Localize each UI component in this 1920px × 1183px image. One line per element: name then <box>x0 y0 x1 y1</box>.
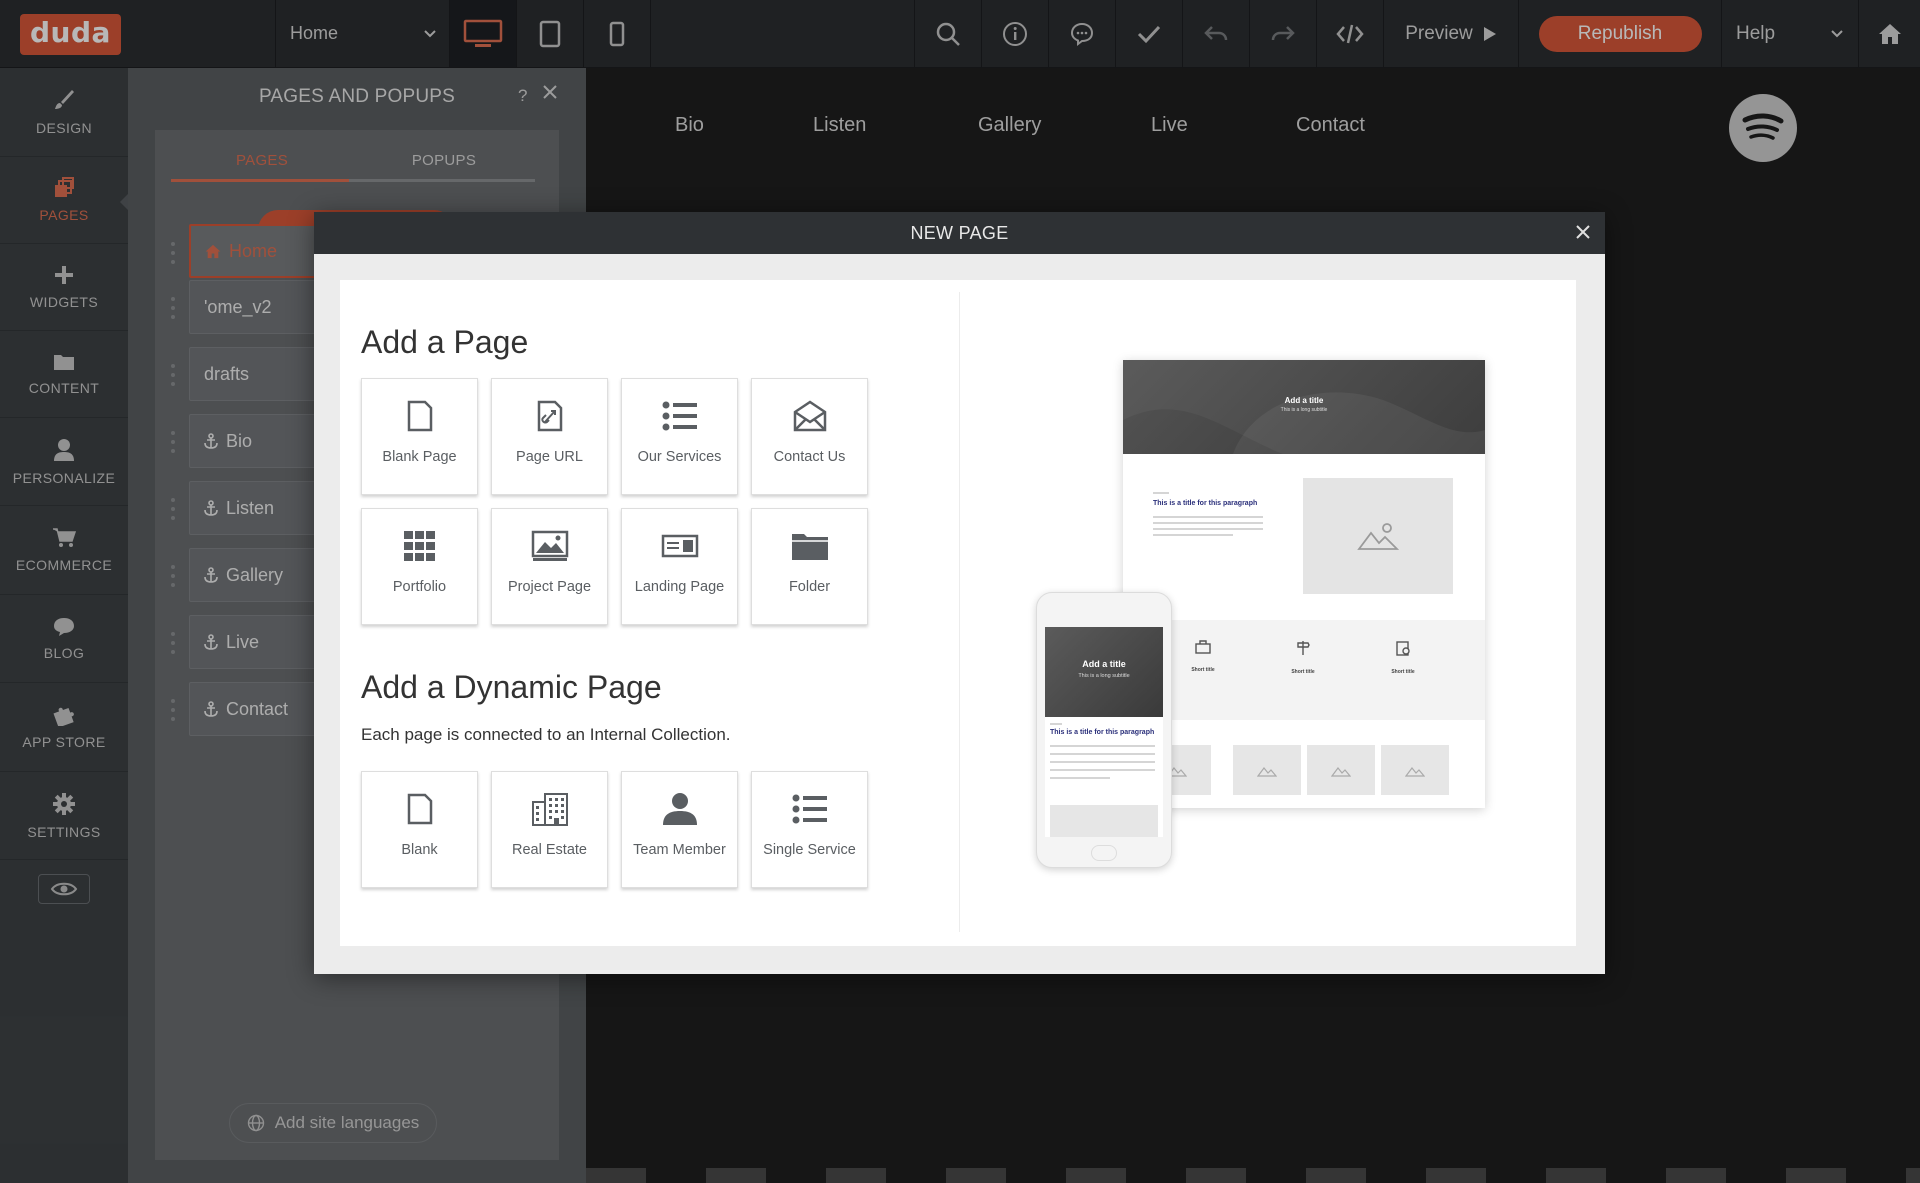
dynamic-type-blank[interactable]: Blank <box>361 771 478 888</box>
template-preview-mobile: Add a title This is a long subtitle This… <box>1036 592 1172 868</box>
preview-feature-title: Short title <box>1191 667 1215 673</box>
preview-feature: Short title <box>1363 640 1443 675</box>
page-type-label: Folder <box>788 579 831 595</box>
page-type-label: Project Page <box>507 579 592 595</box>
new-page-modal: NEW PAGE Add a Page Blank Page Page URL … <box>314 212 1605 974</box>
dynamic-type-label: Blank <box>401 842 438 858</box>
preview-mobile-home-button <box>1091 845 1117 861</box>
preview-feature-title: Short title <box>1391 669 1415 675</box>
preview-feature: Short title <box>1163 640 1243 673</box>
page-type-page-url[interactable]: Page URL <box>491 378 608 495</box>
page-type-label: Our Services <box>637 449 722 465</box>
modal-header: NEW PAGE <box>314 212 1605 254</box>
page-type-label: Portfolio <box>392 579 447 595</box>
dynamic-type-team-member[interactable]: Team Member <box>621 771 738 888</box>
building-icon <box>531 793 568 826</box>
image-icon <box>1357 523 1399 550</box>
preview-line <box>1050 753 1155 755</box>
preview-line <box>1153 492 1169 494</box>
add-dynamic-page-heading: Add a Dynamic Page <box>361 669 662 705</box>
list-icon <box>662 401 697 431</box>
page-type-label: Landing Page <box>634 579 725 595</box>
modal-title: NEW PAGE <box>910 222 1009 243</box>
page-type-our-services[interactable]: Our Services <box>621 378 738 495</box>
page-type-folder[interactable]: Folder <box>751 508 868 625</box>
page-type-contact-us[interactable]: Contact Us <box>751 378 868 495</box>
preview-mobile-image <box>1050 805 1158 837</box>
close-icon <box>1576 225 1590 239</box>
grid-icon <box>403 531 435 561</box>
page-type-blank-page[interactable]: Blank Page <box>361 378 478 495</box>
page-type-label: Page URL <box>516 449 583 465</box>
dynamic-type-single-service[interactable]: Single Service <box>751 771 868 888</box>
signpost-icon <box>1297 641 1310 655</box>
dynamic-type-label: Team Member <box>633 842 726 858</box>
preview-feature-title: Short title <box>1291 669 1315 675</box>
preview-mobile-paragraph-title: This is a title for this paragraph <box>1050 729 1155 736</box>
preview-line <box>1050 769 1155 771</box>
page-type-label: Blank Page <box>382 449 457 465</box>
page-type-landing-page[interactable]: Landing Page <box>621 508 738 625</box>
preview-thumbnail <box>1307 745 1375 795</box>
preview-line <box>1153 528 1263 530</box>
preview-line <box>1153 534 1233 536</box>
preview-mobile-hero: Add a title This is a long subtitle <box>1045 627 1163 717</box>
page-url-icon <box>537 400 562 432</box>
modal-close-button[interactable] <box>1575 224 1591 245</box>
blank-page-icon <box>407 793 432 825</box>
envelope-icon <box>793 400 826 432</box>
image-icon <box>1405 767 1425 777</box>
preview-thumbnail <box>1233 745 1301 795</box>
modal-body: Add a Page Blank Page Page URL Our Servi… <box>340 280 1576 946</box>
preview-line <box>1050 761 1155 763</box>
image-icon <box>1331 767 1351 777</box>
preview-hero: Add a title This is a long subtitle <box>1123 360 1485 454</box>
preview-hero-title: Add a title <box>1284 396 1324 405</box>
preview-paragraph-title: This is a title for this paragraph <box>1153 500 1258 507</box>
image-icon <box>531 530 568 561</box>
preview-mobile-hero-subtitle: This is a long subtitle <box>1078 673 1130 679</box>
add-page-heading: Add a Page <box>361 324 529 360</box>
page-type-label: Contact Us <box>773 449 846 465</box>
dynamic-page-subtitle: Each page is connected to an Internal Co… <box>361 725 731 744</box>
folder-icon <box>791 534 828 560</box>
preview-thumbnail <box>1381 745 1449 795</box>
clipboard-icon <box>1396 641 1410 656</box>
preview-hero-subtitle: This is a long subtitle <box>1280 407 1328 413</box>
preview-line <box>1153 516 1263 518</box>
template-preview-desktop: Add a title This is a long subtitle This… <box>1123 360 1485 808</box>
preview-image-placeholder <box>1303 478 1453 594</box>
preview-line <box>1050 777 1110 779</box>
person-icon <box>662 793 697 825</box>
dynamic-type-label: Single Service <box>763 842 856 858</box>
preview-feature: Short title <box>1263 640 1343 675</box>
preview-feature-band: Short title Short title Short title <box>1123 620 1485 720</box>
preview-line <box>1050 745 1155 747</box>
briefcase-icon <box>1195 640 1211 654</box>
dynamic-type-real-estate[interactable]: Real Estate <box>491 771 608 888</box>
page-type-project-page[interactable]: Project Page <box>491 508 608 625</box>
page-type-portfolio[interactable]: Portfolio <box>361 508 478 625</box>
modal-divider <box>959 292 960 932</box>
preview-mobile-hero-title: Add a title <box>1082 659 1126 669</box>
image-icon <box>1257 767 1277 777</box>
landing-page-icon <box>661 534 698 558</box>
preview-line <box>1153 522 1263 524</box>
blank-page-icon <box>407 400 432 432</box>
dynamic-type-label: Real Estate <box>512 842 587 858</box>
list-icon <box>792 794 827 824</box>
preview-mobile-screen: Add a title This is a long subtitle This… <box>1045 627 1163 837</box>
preview-line <box>1050 723 1062 725</box>
